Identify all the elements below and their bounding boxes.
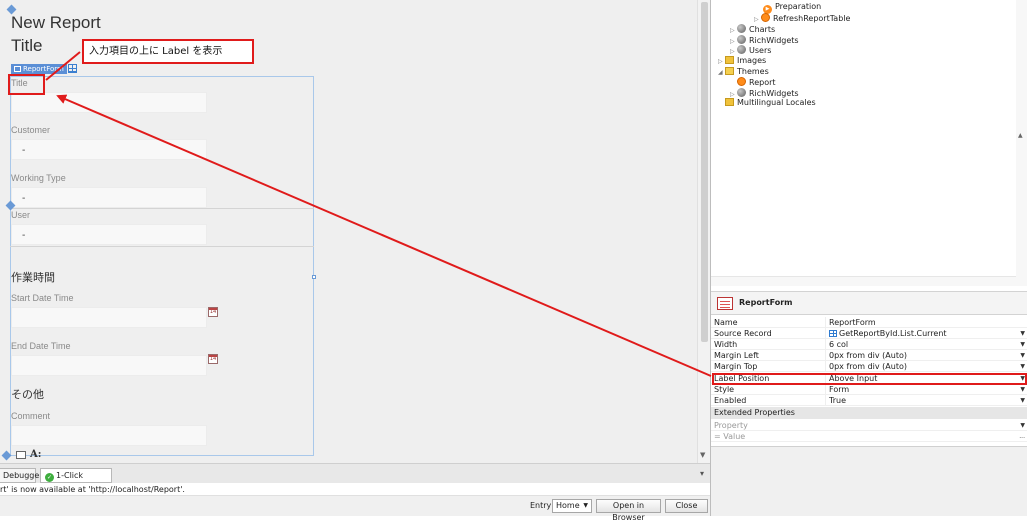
tree-item-richwidgets[interactable]: ▷ RichWidgets	[730, 35, 799, 45]
dropdown-arrow-icon[interactable]: ▼	[1020, 395, 1025, 406]
dropdown-arrow-icon[interactable]: ▼	[1020, 361, 1025, 372]
tree-item-multilingual-locales[interactable]: Multilingual Locales	[725, 98, 816, 108]
close-button[interactable]: Close	[665, 499, 708, 513]
tree-item-refresh-report-table[interactable]: ▷ RefreshReportTable	[754, 13, 850, 23]
action-icon	[761, 13, 770, 22]
properties-title: ReportForm	[739, 298, 793, 307]
dropdown-arrow-icon[interactable]: ▼	[1020, 420, 1025, 431]
resize-handle-icon[interactable]	[312, 275, 316, 279]
property-row-style[interactable]: Style Form ▼	[711, 384, 1027, 395]
user-select[interactable]: -	[11, 224, 207, 245]
section-title-work-time: 作業時間	[11, 271, 55, 284]
folder-open-icon	[725, 67, 734, 75]
dropdown-arrow-icon[interactable]: ▼	[1020, 328, 1025, 339]
comment-label: Comment	[11, 411, 51, 421]
start-date-input[interactable]	[11, 307, 207, 328]
scroll-down-icon[interactable]: ▼	[700, 451, 705, 459]
property-row-enabled[interactable]: Enabled True ▼	[711, 395, 1027, 406]
extended-value-row[interactable]: = Value ...	[711, 431, 1027, 442]
expand-arrow-icon[interactable]: ▷	[718, 57, 725, 67]
tree-item-richwidgets-theme[interactable]: ▷ RichWidgets	[730, 88, 799, 98]
tab-debugger[interactable]: Debugger	[0, 468, 43, 483]
tab-1-click-publish[interactable]: ✓1-Click Publish	[40, 468, 112, 493]
end-date-input[interactable]	[11, 355, 207, 376]
canvas-vertical-scrollbar[interactable]: ▼	[697, 0, 710, 463]
calendar-icon[interactable]: 14	[208, 354, 218, 364]
working-type-label: Working Type	[11, 173, 66, 183]
scroll-arrow-icon[interactable]: ▲	[1018, 132, 1023, 139]
page-subtitle[interactable]: Title	[11, 36, 43, 56]
entry-select[interactable]: Home ▼	[552, 499, 592, 513]
tree-item-themes[interactable]: ◢ Themes	[718, 67, 769, 77]
tree-horizontal-scrollbar[interactable]	[711, 276, 1016, 286]
start-date-label: Start Date Time	[11, 293, 74, 303]
canvas-toolbar: A:	[0, 449, 60, 462]
folder-icon	[725, 98, 734, 106]
tree-item-images[interactable]: ▷ Images	[718, 56, 766, 66]
right-panel-footer	[711, 446, 1027, 516]
check-icon: ✓	[45, 473, 54, 482]
customer-label: Customer	[11, 125, 51, 135]
tree-item-preparation[interactable]: ▶ Preparation	[763, 2, 821, 14]
end-date-label: End Date Time	[11, 341, 71, 351]
container-icon[interactable]	[16, 451, 26, 459]
form-table-icon	[14, 66, 21, 72]
globe-icon	[737, 88, 746, 97]
tree-item-charts[interactable]: ▷ Charts	[730, 24, 775, 34]
globe-icon	[737, 24, 746, 33]
publish-log: rt' is now available at 'http://localhos…	[0, 483, 710, 496]
bottom-tabs: Debugger ✓1-Click Publish ▾	[0, 463, 710, 493]
globe-icon	[737, 45, 746, 54]
elements-tree[interactable]: ▶ Preparation ▷ RefreshReportTable ▷ Charts…	[711, 0, 1027, 286]
tree-item-users[interactable]: ▷ Users	[730, 45, 771, 55]
scrollbar-thumb[interactable]	[701, 2, 708, 342]
container-divider	[10, 208, 314, 209]
annotation-highlight-label-position	[712, 373, 1027, 385]
extended-properties-header: Extended Properties	[711, 407, 1027, 419]
dropdown-arrow-icon[interactable]: ▼	[1020, 339, 1025, 350]
property-row-margin-top[interactable]: Margin Top 0px from div (Auto) ▼	[711, 361, 1027, 372]
grid-icon[interactable]	[68, 64, 77, 73]
dropdown-arrow-icon[interactable]: ▼	[1020, 350, 1025, 361]
section-title-other: その他	[11, 388, 44, 401]
property-row-name[interactable]: Name ReportForm	[711, 317, 1027, 328]
ellipsis-button[interactable]: ...	[1019, 431, 1025, 442]
globe-icon	[737, 35, 746, 44]
right-panel: ▶ Preparation ▷ RefreshReportTable ▷ Charts…	[710, 0, 1027, 516]
tree-item-report-theme[interactable]: Report	[737, 77, 776, 87]
calendar-icon[interactable]: 14	[208, 307, 218, 317]
chevron-down-icon[interactable]: ▾	[700, 469, 704, 478]
user-label: User	[11, 210, 31, 220]
property-row-margin-left[interactable]: Margin Left 0px from div (Auto) ▼	[711, 350, 1027, 361]
chevron-down-icon: ▼	[583, 502, 588, 509]
text-tool-icon[interactable]: A:	[30, 449, 41, 460]
theme-icon	[737, 77, 746, 86]
comment-input[interactable]	[11, 425, 207, 446]
collapse-arrow-icon[interactable]: ◢	[718, 68, 725, 78]
design-canvas[interactable]: New Report Title ReportForm Title Custom…	[0, 0, 697, 463]
extended-property-row[interactable]: Property ▼	[711, 420, 1027, 431]
log-line: rt' is now available at 'http://localhos…	[0, 485, 185, 494]
entry-label: Entry	[530, 501, 552, 510]
page-title[interactable]: New Report	[11, 13, 101, 33]
record-icon	[829, 330, 837, 337]
customer-select[interactable]: -	[11, 139, 207, 160]
property-row-source-record[interactable]: Source Record GetReportById.List.Current…	[711, 328, 1027, 339]
form-widget[interactable]	[10, 76, 314, 456]
open-in-browser-button[interactable]: Open in Browser	[596, 499, 661, 522]
tree-vertical-scrollbar[interactable]: ▲	[1016, 0, 1027, 286]
form-icon	[717, 297, 733, 310]
widget-tree-icon[interactable]	[1, 450, 12, 461]
container-divider	[10, 246, 314, 247]
form-widget-tag[interactable]: ReportForm	[11, 64, 67, 74]
properties-header: ReportForm	[711, 291, 1027, 315]
working-type-select[interactable]: -	[11, 187, 207, 208]
annotation-callout: 入力項目の上に Label を表示	[82, 39, 254, 64]
annotation-highlight-title	[8, 74, 45, 95]
publish-actions-bar: Entry Home ▼ Open in Browser Close	[0, 496, 710, 522]
dropdown-arrow-icon[interactable]: ▼	[1020, 384, 1025, 395]
folder-icon	[725, 56, 734, 64]
title-input[interactable]	[11, 92, 207, 113]
property-row-width[interactable]: Width 6 col ▼	[711, 339, 1027, 350]
